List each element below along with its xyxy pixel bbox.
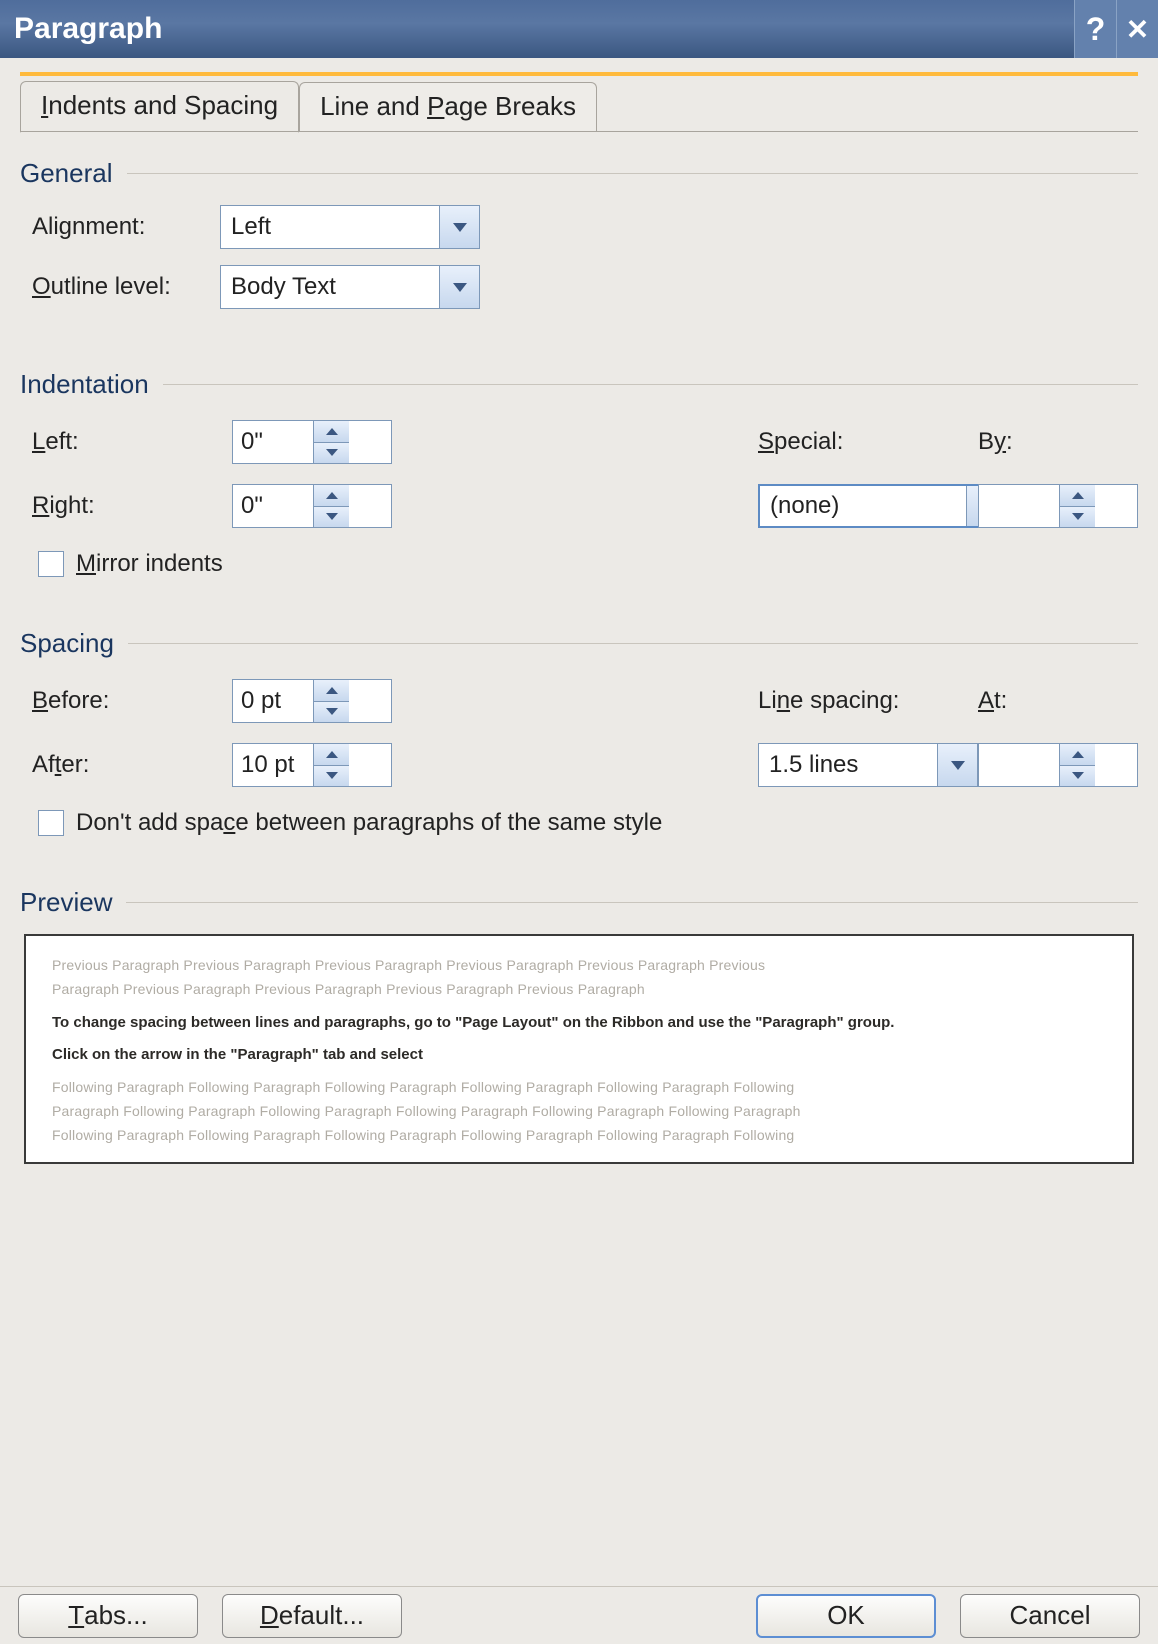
- triangle-down-icon: [326, 708, 338, 715]
- outline-level-combo[interactable]: Body Text: [220, 265, 480, 309]
- line-spacing-value: 1.5 lines: [759, 744, 937, 786]
- section-header-indentation: Indentation: [20, 369, 1138, 400]
- spin-down-button[interactable]: [314, 766, 349, 787]
- spacing-before-value[interactable]: 0 pt: [233, 680, 313, 722]
- window-title: Paragraph: [14, 12, 162, 46]
- alignment-value: Left: [221, 206, 439, 248]
- window-controls: ? ✕: [1074, 0, 1158, 58]
- spin-down-button[interactable]: [1060, 507, 1095, 528]
- tabs-button[interactable]: Tabs...: [18, 1594, 198, 1638]
- help-button[interactable]: ?: [1074, 0, 1116, 58]
- spin-down-button[interactable]: [1060, 766, 1095, 787]
- triangle-down-icon: [326, 772, 338, 779]
- triangle-down-icon: [1072, 513, 1084, 520]
- dont-add-space-label: Don't add space between paragraphs of th…: [76, 809, 662, 837]
- linespacing-dropdown-button[interactable]: [937, 744, 977, 786]
- triangle-up-icon: [326, 492, 338, 499]
- spin-down-button[interactable]: [314, 507, 349, 528]
- chevron-down-icon: [453, 283, 467, 292]
- preview-text: Following Paragraph Following Paragraph …: [52, 1077, 1106, 1098]
- indent-special-label: Special:: [758, 428, 978, 456]
- indent-by-spinner[interactable]: [978, 484, 1138, 528]
- spin-up-button[interactable]: [314, 421, 349, 443]
- indent-left-label: Left:: [32, 428, 232, 456]
- spacing-before-label: Before:: [32, 687, 232, 715]
- divider: [128, 643, 1138, 644]
- triangle-up-icon: [1072, 751, 1084, 758]
- spacing-at-label: At:: [978, 687, 1138, 715]
- divider: [126, 902, 1138, 903]
- spacing-after-value[interactable]: 10 pt: [233, 744, 313, 786]
- chevron-down-icon: [951, 761, 965, 770]
- cancel-button[interactable]: Cancel: [960, 1594, 1140, 1638]
- ok-button[interactable]: OK: [756, 1594, 936, 1638]
- outline-level-value: Body Text: [221, 266, 439, 308]
- section-indentation: Indentation Left: 0" Special: By:y: Righ…: [20, 369, 1138, 578]
- section-general: General Alignment: Left Outline level: B…: [20, 158, 1138, 309]
- preview-box: Previous Paragraph Previous Paragraph Pr…: [24, 934, 1134, 1164]
- line-spacing-combo[interactable]: 1.5 lines: [758, 743, 978, 787]
- indent-special-combo[interactable]: (none): [758, 484, 1008, 528]
- tab-line-page-breaks[interactable]: Line and Page Breaks: [299, 82, 597, 132]
- preview-text: Previous Paragraph Previous Paragraph Pr…: [52, 955, 1106, 976]
- spin-down-button[interactable]: [314, 443, 349, 464]
- triangle-up-icon: [326, 687, 338, 694]
- tab-border: [20, 131, 1138, 132]
- tab-strip: Indents and Spacing Line and Page Breaks: [20, 72, 1138, 132]
- divider: [127, 173, 1139, 174]
- spin-up-button[interactable]: [314, 744, 349, 766]
- preview-text: Paragraph Following Paragraph Following …: [52, 1101, 1106, 1122]
- spin-up-button[interactable]: [1060, 744, 1095, 766]
- indent-special-value: (none): [760, 486, 966, 526]
- indent-right-value[interactable]: 0": [233, 485, 313, 527]
- preview-text: Paragraph Previous Paragraph Previous Pa…: [52, 979, 1106, 1000]
- mirror-indents-label: Mirror indents: [76, 550, 223, 578]
- chevron-down-icon: [453, 223, 467, 232]
- triangle-up-icon: [326, 751, 338, 758]
- spin-up-button[interactable]: [314, 485, 349, 507]
- preview-sample-text: Click on the arrow in the "Paragraph" ta…: [52, 1042, 1106, 1068]
- section-header-spacing: Spacing: [20, 628, 1138, 659]
- default-button[interactable]: Default...: [222, 1594, 402, 1638]
- spacing-at-value[interactable]: [979, 744, 1059, 786]
- spacing-before-spinner[interactable]: 0 pt: [232, 679, 392, 723]
- indent-by-value[interactable]: [979, 485, 1059, 527]
- indent-right-spinner[interactable]: 0": [232, 484, 392, 528]
- indent-left-spinner[interactable]: 0": [232, 420, 392, 464]
- triangle-up-icon: [1072, 492, 1084, 499]
- outline-level-label: Outline level:: [20, 273, 220, 301]
- alignment-label: Alignment:: [20, 213, 220, 241]
- indent-by-label: By:y:: [978, 428, 1138, 456]
- dialog-footer: Tabs... Default... OK Cancel: [0, 1586, 1158, 1644]
- section-preview: Preview Previous Paragraph Previous Para…: [20, 887, 1138, 1164]
- titlebar: Paragraph ? ✕: [0, 0, 1158, 58]
- divider: [163, 384, 1138, 385]
- dont-add-space-checkbox[interactable]: [38, 810, 64, 836]
- spacing-at-spinner[interactable]: [978, 743, 1138, 787]
- mirror-indents-checkbox[interactable]: [38, 551, 64, 577]
- spacing-after-spinner[interactable]: 10 pt: [232, 743, 392, 787]
- tab-indents-spacing[interactable]: Indents and Spacing: [20, 81, 299, 133]
- spin-down-button[interactable]: [314, 702, 349, 723]
- spacing-after-label: After:: [32, 751, 232, 779]
- triangle-down-icon: [1072, 772, 1084, 779]
- line-spacing-label: Line spacing:: [758, 687, 978, 715]
- outline-dropdown-button[interactable]: [439, 266, 479, 308]
- indent-left-value[interactable]: 0": [233, 421, 313, 463]
- triangle-down-icon: [326, 449, 338, 456]
- section-header-general: General: [20, 158, 1138, 189]
- triangle-down-icon: [326, 513, 338, 520]
- close-button[interactable]: ✕: [1116, 0, 1158, 58]
- section-spacing: Spacing Before: 0 pt Line spacing: At: A…: [20, 628, 1138, 837]
- alignment-combo[interactable]: Left: [220, 205, 480, 249]
- alignment-dropdown-button[interactable]: [439, 206, 479, 248]
- section-header-preview: Preview: [20, 887, 1138, 918]
- preview-sample-text: To change spacing between lines and para…: [52, 1010, 1106, 1036]
- triangle-up-icon: [326, 428, 338, 435]
- indent-right-label: Right:: [32, 492, 232, 520]
- preview-text: Following Paragraph Following Paragraph …: [52, 1125, 1106, 1146]
- spin-up-button[interactable]: [1060, 485, 1095, 507]
- spin-up-button[interactable]: [314, 680, 349, 702]
